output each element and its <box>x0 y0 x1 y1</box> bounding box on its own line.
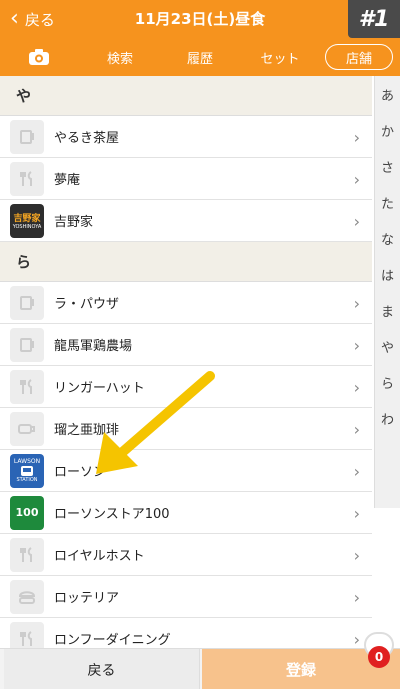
tab-history[interactable]: 履歴 <box>172 44 228 70</box>
chevron-right-icon: › <box>353 462 360 481</box>
store-name: やるき茶屋 <box>54 131 120 146</box>
store-name: ローソン <box>54 465 107 480</box>
store-name: 龍馬軍鶏農場 <box>54 339 133 354</box>
section-header-ra: ら <box>0 242 372 282</box>
chevron-right-icon: › <box>353 336 360 355</box>
store-name: ロンフーダイニング <box>54 633 171 648</box>
store-name: 瑠之亜珈琲 <box>54 423 120 438</box>
chevron-right-icon: › <box>353 420 360 439</box>
chevron-right-icon: › <box>353 294 360 313</box>
index-item[interactable]: た <box>375 184 400 220</box>
lawson-logo: LAWSON STATION <box>10 453 44 488</box>
index-item[interactable]: さ <box>375 148 400 184</box>
tutorial-badge: #1 <box>348 0 400 38</box>
cutlery-icon <box>10 369 44 404</box>
store-name: 吉野家 <box>54 215 94 230</box>
store-name: 夢庵 <box>54 173 81 188</box>
tab-camera[interactable] <box>22 44 56 70</box>
footer-back-button[interactable]: 戻る <box>4 649 200 689</box>
list-item[interactable]: 夢庵 › <box>0 158 372 200</box>
index-item[interactable]: な <box>375 220 400 256</box>
index-item[interactable]: あ <box>375 76 400 112</box>
index-item[interactable]: か <box>375 112 400 148</box>
cutlery-icon <box>10 537 44 572</box>
yoshinoya-logo: 吉野家 YOSHINOYA <box>10 203 44 238</box>
burger-icon <box>10 579 44 614</box>
chevron-right-icon: › <box>353 546 360 565</box>
tab-store[interactable]: 店舗 <box>325 44 393 70</box>
tab-search[interactable]: 検索 <box>92 44 148 70</box>
store-name: ロッテリア <box>54 591 120 606</box>
list-item[interactable]: 瑠之亜珈琲 › <box>0 408 372 450</box>
tab-set[interactable]: セット <box>250 44 310 70</box>
list-item[interactable]: ロッテリア › <box>0 576 372 618</box>
index-item[interactable]: ま <box>375 292 400 328</box>
store-name: ラ・パウザ <box>54 297 120 312</box>
index-item[interactable]: ら <box>375 364 400 400</box>
chevron-right-icon: › <box>353 378 360 397</box>
cutlery-icon <box>10 161 44 196</box>
chevron-right-icon: › <box>353 212 360 231</box>
cutlery-icon <box>10 621 44 648</box>
list-item[interactable]: 吉野家 YOSHINOYA 吉野家 › <box>0 200 372 242</box>
chevron-right-icon: › <box>353 128 360 147</box>
list-item[interactable]: ロイヤルホスト › <box>0 534 372 576</box>
cup-icon <box>10 285 44 320</box>
tab-bar: 検索 履歴 セット 店舗 <box>0 40 400 72</box>
chevron-right-icon: › <box>353 170 360 189</box>
index-item[interactable]: わ <box>375 400 400 436</box>
section-header-ya: や <box>0 76 372 116</box>
list-item[interactable]: リンガーハット › <box>0 366 372 408</box>
camera-icon <box>29 49 49 65</box>
list-item[interactable]: やるき茶屋 › <box>0 116 372 158</box>
list-item[interactable]: ラ・パウザ › <box>0 282 372 324</box>
store-list[interactable]: や やるき茶屋 › 夢庵 › 吉野家 YOSHINOYA 吉野家 › ら ラ・パ… <box>0 76 372 648</box>
footer-bar: 戻る 登録 <box>0 648 400 689</box>
chevron-right-icon: › <box>353 504 360 523</box>
kana-index: あ か さ た な は ま や ら わ <box>374 76 400 508</box>
list-item[interactable]: ロンフーダイニング › <box>0 618 372 648</box>
chevron-right-icon: › <box>353 588 360 607</box>
cup-icon <box>10 119 44 154</box>
cup-icon <box>10 327 44 362</box>
page-title: 11月23日(土)昼食 <box>134 10 266 28</box>
list-item[interactable]: 100 ローソンストア100 › <box>0 492 372 534</box>
cart-count-badge: 0 <box>368 646 390 668</box>
store-name: ローソンストア100 <box>54 507 170 522</box>
cart-mascot[interactable]: 0 <box>360 632 398 668</box>
store-name: ロイヤルホスト <box>54 549 145 564</box>
store-name: リンガーハット <box>54 381 145 396</box>
index-item[interactable]: や <box>375 328 400 364</box>
app-header: ‹ 戻る 11月23日(土)昼食 #1 検索 履歴 セット 店舗 <box>0 0 400 76</box>
lawson100-logo: 100 <box>10 495 44 530</box>
index-item[interactable]: は <box>375 256 400 292</box>
coffee-icon <box>10 411 44 446</box>
list-item[interactable]: LAWSON STATION ローソン › <box>0 450 372 492</box>
list-item[interactable]: 龍馬軍鶏農場 › <box>0 324 372 366</box>
